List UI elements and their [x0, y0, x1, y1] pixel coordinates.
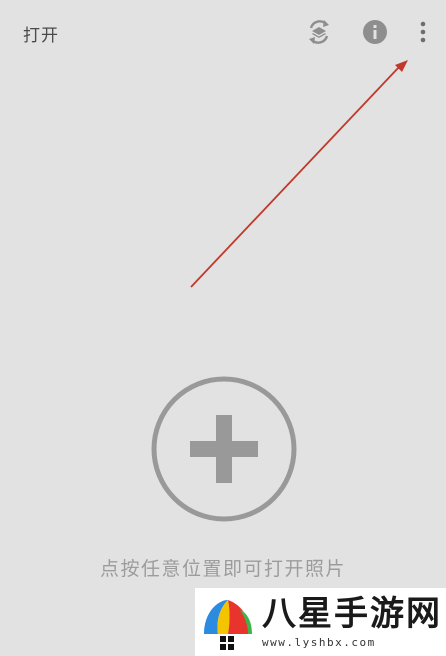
more-options-button[interactable] [408, 17, 438, 47]
watermark-logo [204, 600, 252, 650]
info-icon [363, 20, 387, 44]
top-toolbar: 打开 [0, 0, 446, 66]
open-photo-hint: 点按任意位置即可打开照片 [99, 558, 346, 580]
layers-swap-button[interactable] [304, 17, 334, 47]
info-button[interactable] [360, 17, 390, 47]
watermark-title: 八星手游网 [262, 594, 442, 634]
watermark-url: www.lyshbx.com [262, 636, 376, 649]
app-screen: 打开 点按任意位置即可打开照片 八星手游网 www.lyshbx.com [0, 0, 446, 656]
layers-swap-icon [309, 20, 329, 44]
add-circle-icon[interactable] [150, 375, 298, 523]
more-vert-icon [420, 21, 426, 43]
open-button[interactable]: 打开 [23, 21, 59, 46]
